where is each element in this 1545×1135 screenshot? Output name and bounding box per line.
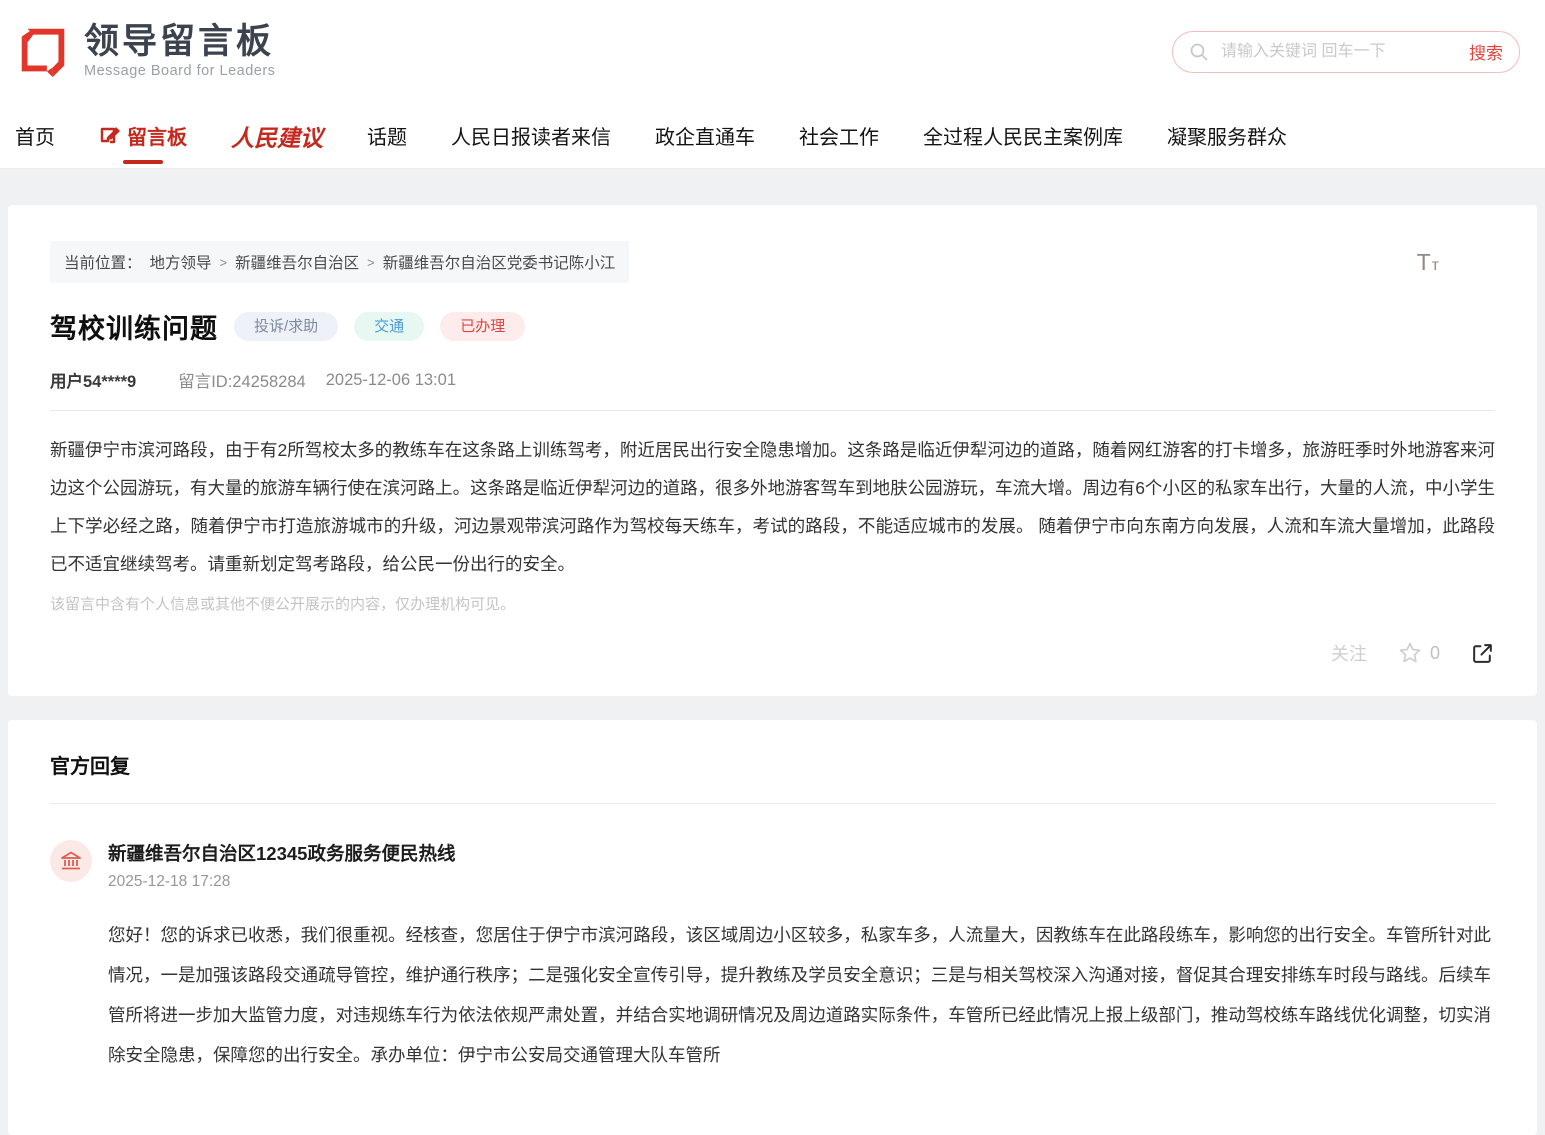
reply-item: 新疆维吾尔自治区12345政务服务便民热线 2025-12-18 17:28 您… — [50, 840, 1495, 1075]
breadcrumb-link-leader[interactable]: 新疆维吾尔自治区党委书记陈小江 — [383, 251, 616, 273]
reply-divider — [50, 803, 1495, 804]
nav-active-underline — [123, 160, 163, 164]
search-icon — [1189, 42, 1209, 62]
logo-subtitle: Message Board for Leaders — [84, 63, 275, 79]
tag-complaint-type: 投诉/求助 — [234, 312, 338, 341]
nav-item-label: 留言板 — [127, 121, 187, 150]
search-button[interactable]: 搜索 — [1469, 39, 1503, 64]
site-header: 领导留言板 Message Board for Leaders 搜索 — [0, 0, 1545, 103]
breadcrumb-link-region[interactable]: 地方领导 — [150, 251, 212, 273]
breadcrumb: 当前位置： 地方领导 > 新疆维吾尔自治区 > 新疆维吾尔自治区党委书记陈小江 — [50, 241, 629, 283]
message-title: 驾校训练问题 — [50, 307, 218, 346]
font-size-small-t: т — [1432, 257, 1440, 274]
logo-title: 领导留言板 — [84, 24, 275, 61]
site-logo[interactable]: 领导留言板 Message Board for Leaders — [14, 23, 275, 81]
main-nav: 首页 留言板 人民建议 话题 人民日报读者来信 政企直通车 社会工作 全过程人民… — [0, 103, 1545, 169]
reply-body: 您好！您的诉求已收悉，我们很重视。经核查，您居住于伊宁市滨河路段，该区域周边小区… — [108, 915, 1495, 1075]
nav-item-democracy-cases[interactable]: 全过程人民民主案例库 — [923, 121, 1123, 150]
message-id: 留言ID:24258284 — [178, 368, 306, 392]
tag-handled-status: 已办理 — [440, 312, 525, 341]
nav-item-reader-letters[interactable]: 人民日报读者来信 — [451, 121, 611, 150]
message-board-icon — [99, 125, 121, 147]
message-date: 2025-12-06 13:01 — [326, 371, 456, 390]
breadcrumb-separator: > — [220, 255, 228, 270]
star-button[interactable]: 0 — [1397, 640, 1440, 666]
nav-item-serve-masses[interactable]: 凝聚服务群众 — [1167, 121, 1287, 150]
breadcrumb-link-province[interactable]: 新疆维吾尔自治区 — [235, 251, 359, 273]
message-meta: 用户54****9 留言ID:24258284 2025-12-06 13:01 — [50, 368, 1495, 392]
font-size-toggle[interactable]: Tт — [1417, 249, 1440, 276]
reply-date: 2025-12-18 17:28 — [108, 873, 1495, 891]
font-size-big-t: T — [1417, 249, 1432, 275]
message-user: 用户54****9 — [50, 368, 136, 392]
share-button[interactable] — [1470, 641, 1495, 666]
agency-avatar — [50, 840, 92, 882]
meta-divider — [50, 410, 1495, 411]
privacy-note: 该留言中含有个人信息或其他不便公开展示的内容，仅办理机构可见。 — [50, 593, 1495, 614]
nav-item-topics[interactable]: 话题 — [367, 121, 407, 150]
tag-traffic-domain: 交通 — [354, 312, 424, 341]
breadcrumb-row: 当前位置： 地方领导 > 新疆维吾尔自治区 > 新疆维吾尔自治区党委书记陈小江 … — [50, 241, 1495, 283]
reply-section-title: 官方回复 — [50, 750, 1495, 779]
logo-text: 领导留言板 Message Board for Leaders — [84, 24, 275, 80]
official-reply-card: 官方回复 新疆维吾尔自治区12345政务服务便民热线 2025-12-18 17… — [8, 720, 1537, 1135]
search-box: 搜索 — [1172, 31, 1520, 73]
message-card: 当前位置： 地方领导 > 新疆维吾尔自治区 > 新疆维吾尔自治区党委书记陈小江 … — [8, 205, 1537, 696]
search-input[interactable] — [1219, 42, 1459, 62]
message-actions: 关注 0 — [50, 640, 1495, 666]
star-count: 0 — [1430, 643, 1440, 664]
replying-agency-name: 新疆维吾尔自治区12345政务服务便民热线 — [108, 840, 1495, 866]
nav-item-message-board[interactable]: 留言板 — [99, 121, 187, 150]
title-row: 驾校训练问题 投诉/求助 交通 已办理 — [50, 307, 1495, 346]
message-body: 新疆伊宁市滨河路段，由于有2所驾校太多的教练车在这条路上训练驾考，附近居民出行安… — [50, 431, 1495, 583]
nav-item-people-suggestions[interactable]: 人民建议 — [231, 119, 323, 153]
star-icon — [1397, 640, 1423, 666]
logo-icon — [14, 23, 72, 81]
share-icon — [1470, 641, 1495, 666]
follow-button[interactable]: 关注 — [1331, 640, 1367, 666]
breadcrumb-separator: > — [367, 255, 375, 270]
reply-content-column: 新疆维吾尔自治区12345政务服务便民热线 2025-12-18 17:28 您… — [108, 840, 1495, 1075]
government-building-icon — [59, 849, 83, 873]
breadcrumb-prefix: 当前位置： — [64, 251, 142, 273]
nav-item-home[interactable]: 首页 — [15, 121, 55, 150]
nav-item-gov-enterprise[interactable]: 政企直通车 — [655, 121, 755, 150]
nav-item-social-work[interactable]: 社会工作 — [799, 121, 879, 150]
